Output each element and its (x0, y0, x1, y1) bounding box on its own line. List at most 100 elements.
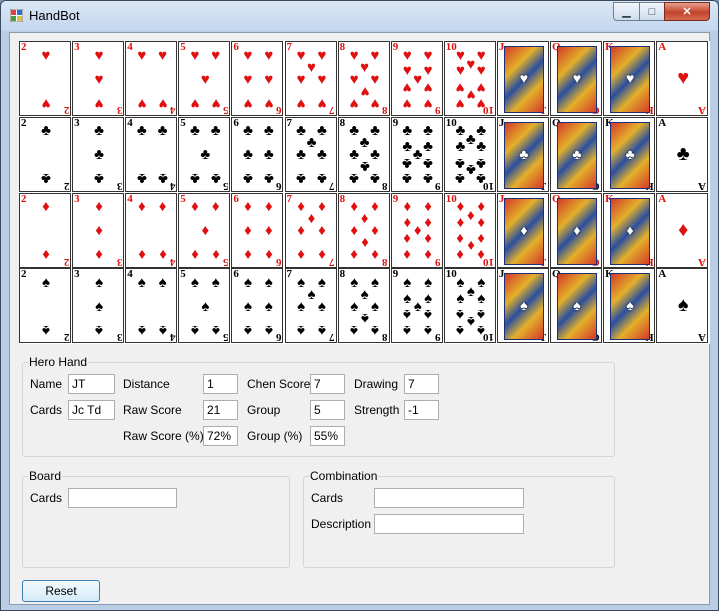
card-6-hearts[interactable]: 6 6 ♥ ♥ ♥ ♥ ♥ ♥ (231, 41, 284, 116)
card-K-clubs[interactable]: KK♣ (603, 116, 656, 192)
card-9-clubs[interactable]: 9 9 ♣ ♣ ♣ ♣ ♣ ♣ ♣ ♣ ♣ (390, 116, 443, 192)
card-5-spades[interactable]: 5 5 ♠ ♠ ♠ ♠ ♠ (178, 268, 231, 344)
card-6-diamonds[interactable]: 6 6 ♦ ♦ ♦ ♦ ♦ ♦ (231, 192, 284, 268)
card-2-spades[interactable]: 2 2 ♠ ♠ (19, 268, 71, 344)
diamonds-pip-icon: ♦ (244, 246, 252, 264)
diamonds-pip-icon: ♦ (350, 246, 359, 264)
card-7-spades[interactable]: 7 7 ♠ ♠ ♠ ♠ ♠ ♠ ♠ (284, 268, 337, 344)
distance-field[interactable]: 1 (203, 374, 238, 394)
diamonds-pip-icon: ♦ (424, 246, 432, 264)
card-3-hearts[interactable]: 3 3 ♥ ♥ ♥ (72, 41, 125, 116)
card-A-diamonds[interactable]: A A ♦ (656, 192, 709, 268)
board-cards-label: Cards (30, 491, 63, 505)
card-rank: 5 (180, 116, 186, 129)
raw-score-field[interactable]: 21 (203, 400, 238, 420)
close-button[interactable]: ✕ (664, 2, 710, 21)
card-2-clubs[interactable]: 2 2 ♣ ♣ (19, 116, 71, 192)
combination-cards-field[interactable] (374, 488, 524, 508)
card-K-spades[interactable]: KK♠ (603, 268, 656, 344)
card-A-spades[interactable]: A A ♠ (656, 268, 709, 344)
description-label: Description (311, 517, 372, 531)
card-rank: 3 (116, 331, 123, 344)
face-card-portrait-icon: ♦ (557, 197, 597, 265)
card-A-hearts[interactable]: A A ♥ (656, 41, 709, 116)
raw-score-pct-field[interactable]: 72% (203, 426, 238, 446)
card-9-spades[interactable]: 9 9 ♠ ♠ ♠ ♠ ♠ ♠ ♠ ♠ ♠ (390, 268, 443, 344)
hearts-pip-icon: ♥ (243, 46, 253, 64)
card-8-spades[interactable]: 8 8 ♠ ♠ ♠ ♠ ♠ ♠ ♠ ♠ (337, 268, 390, 344)
card-10-clubs[interactable]: 10 10 ♣ ♣ ♣ ♣ ♣ ♣ ♣ ♣ ♣ ♣ (443, 116, 496, 192)
card-K-diamonds[interactable]: KK♦ (603, 192, 656, 268)
card-7-hearts[interactable]: 7 7 ♥ ♥ ♥ ♥ ♥ ♥ ♥ (284, 41, 337, 116)
card-9-diamonds[interactable]: 9 9 ♦ ♦ ♦ ♦ ♦ ♦ ♦ ♦ ♦ (390, 192, 443, 268)
diamonds-pip-icon: ♦ (191, 246, 199, 264)
clubs-pip-icon: ♣ (189, 122, 200, 140)
card-Q-hearts[interactable]: QQ♥ (550, 41, 602, 116)
card-J-hearts[interactable]: J J ♥ (496, 41, 549, 116)
cards-field[interactable]: Jc Td (68, 400, 115, 420)
card-6-clubs[interactable]: 6 6 ♣ ♣ ♣ ♣ ♣ ♣ (231, 116, 284, 192)
card-3-diamonds[interactable]: 3 3 ♦ ♦ ♦ (72, 192, 125, 268)
group-field[interactable]: 5 (310, 400, 345, 420)
board-cards-field[interactable] (68, 488, 177, 508)
hearts-pip-icon: ♥ (94, 94, 104, 112)
card-5-clubs[interactable]: 5 5 ♣ ♣ ♣ ♣ ♣ (178, 116, 231, 192)
description-field[interactable] (374, 514, 524, 534)
card-4-clubs[interactable]: 4 4 ♣ ♣ ♣ ♣ (125, 116, 178, 192)
card-8-clubs[interactable]: 8 8 ♣ ♣ ♣ ♣ ♣ ♣ ♣ ♣ (337, 116, 390, 192)
card-4-diamonds[interactable]: 4 4 ♦ ♦ ♦ ♦ (125, 192, 178, 268)
card-3-clubs[interactable]: 3 3 ♣ ♣ ♣ (72, 116, 125, 192)
card-3-spades[interactable]: 3 3 ♠ ♠ ♠ (72, 268, 125, 344)
drawing-field[interactable]: 7 (404, 374, 439, 394)
diamonds-ace-icon: ♦ (678, 218, 689, 241)
chen-score-field[interactable]: 7 (310, 374, 345, 394)
maximize-icon: □ (648, 5, 656, 18)
card-J-diamonds[interactable]: J J ♦ (496, 192, 549, 268)
card-6-spades[interactable]: 6 6 ♠ ♠ ♠ ♠ ♠ ♠ (231, 268, 284, 344)
card-Q-spades[interactable]: QQ♠ (550, 268, 602, 344)
card-A-clubs[interactable]: A A ♣ (656, 116, 709, 192)
card-7-diamonds[interactable]: 7 7 ♦ ♦ ♦ ♦ ♦ ♦ ♦ (284, 192, 337, 268)
card-J-clubs[interactable]: J J ♣ (496, 116, 549, 192)
clubs-pip-icon: ♣ (94, 122, 105, 140)
card-10-spades[interactable]: 10 10 ♠ ♠ ♠ ♠ ♠ ♠ ♠ ♠ ♠ ♠ (443, 268, 496, 344)
card-Q-clubs[interactable]: QQ♣ (550, 116, 602, 192)
hearts-pip-icon: ♥ (158, 94, 168, 112)
card-4-hearts[interactable]: 4 4 ♥ ♥ ♥ ♥ (125, 41, 178, 116)
card-rank: A (698, 331, 707, 344)
card-8-hearts[interactable]: 8 8 ♥ ♥ ♥ ♥ ♥ ♥ ♥ ♥ (337, 41, 390, 116)
card-K-hearts[interactable]: KK♥ (603, 41, 656, 116)
minimize-button[interactable]: ▁ (613, 2, 640, 21)
hearts-pip-icon: ♥ (402, 46, 412, 64)
card-4-spades[interactable]: 4 4 ♠ ♠ ♠ ♠ (125, 268, 178, 344)
card-2-hearts[interactable]: 2 2 ♥ ♥ (19, 41, 71, 116)
reset-button[interactable]: Reset (22, 580, 100, 602)
card-10-diamonds[interactable]: 10 10 ♦ ♦ ♦ ♦ ♦ ♦ ♦ ♦ ♦ ♦ (443, 192, 496, 268)
card-Q-diamonds[interactable]: QQ♦ (550, 192, 602, 268)
name-field[interactable]: JT (68, 374, 115, 394)
card-2-diamonds[interactable]: 2 2 ♦ ♦ (19, 192, 71, 268)
diamonds-pip-icon: ♦ (158, 246, 167, 264)
title-bar[interactable]: HandBot ▁ □ ✕ (1, 1, 718, 31)
spades-ace-icon: ♠ (677, 294, 689, 317)
card-rank: 9 (435, 179, 441, 192)
close-icon: ✕ (682, 6, 692, 18)
board-group: Board (22, 469, 290, 568)
maximize-button[interactable]: □ (639, 2, 665, 21)
card-10-hearts[interactable]: 10 10 ♥ ♥ ♥ ♥ ♥ ♥ ♥ ♥ ♥ ♥ (443, 41, 496, 116)
card-5-hearts[interactable]: 5 5 ♥ ♥ ♥ ♥ ♥ (178, 41, 231, 116)
strength-field[interactable]: -1 (404, 400, 439, 420)
card-5-diamonds[interactable]: 5 5 ♦ ♦ ♦ ♦ ♦ (178, 192, 231, 268)
face-card-portrait-icon: ♠ (503, 273, 544, 341)
card-rank: 3 (74, 116, 80, 129)
diamonds-pip-icon: ♦ (211, 246, 220, 264)
card-J-spades[interactable]: J J ♠ (496, 268, 549, 344)
clubs-pip-icon: ♣ (455, 170, 466, 188)
card-9-hearts[interactable]: 9 9 ♥ ♥ ♥ ♥ ♥ ♥ ♥ ♥ ♥ (390, 41, 443, 116)
card-rank: 6 (233, 192, 239, 205)
card-8-diamonds[interactable]: 8 8 ♦ ♦ ♦ ♦ ♦ ♦ ♦ ♦ (337, 192, 390, 268)
face-card-portrait-icon: ♦ (503, 197, 544, 265)
group-pct-field[interactable]: 55% (310, 426, 345, 446)
card-7-clubs[interactable]: 7 7 ♣ ♣ ♣ ♣ ♣ ♣ ♣ (284, 116, 337, 192)
diamonds-pip-icon: ♦ (456, 246, 465, 264)
